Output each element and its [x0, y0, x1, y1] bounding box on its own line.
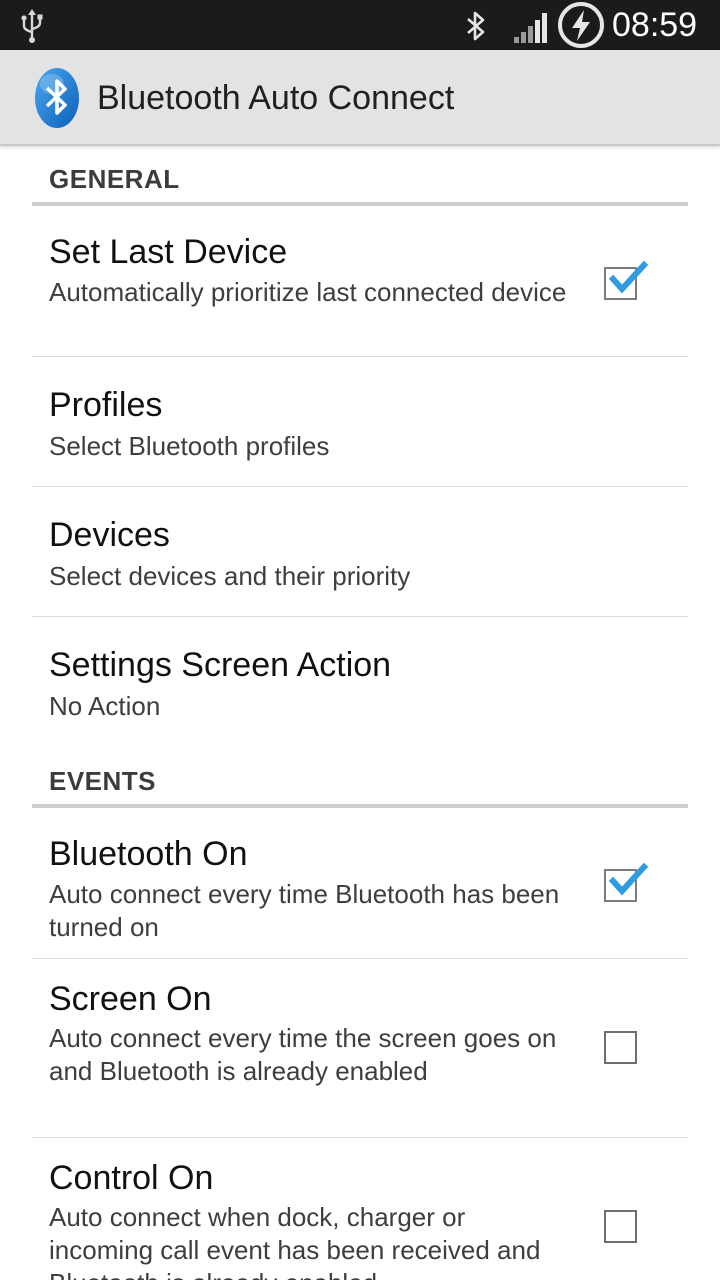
section-header-label: EVENTS	[49, 766, 157, 796]
bluetooth-app-icon[interactable]	[32, 66, 82, 130]
section-header-label: GENERAL	[49, 164, 180, 194]
pref-summary: Auto connect every time Bluetooth has be…	[49, 879, 560, 942]
pref-title: Bluetooth On	[49, 835, 248, 873]
pref-devices[interactable]: Devices Select devices and their priorit…	[32, 487, 688, 617]
control-on-checkbox[interactable]	[604, 1210, 637, 1243]
pref-title: Set Last Device	[49, 233, 288, 271]
action-bar: Bluetooth Auto Connect	[0, 50, 720, 146]
bluetooth-on-checkbox[interactable]	[604, 862, 649, 902]
pref-summary: Select Bluetooth profiles	[49, 431, 330, 461]
pref-summary: No Action	[49, 691, 161, 721]
section-header-events: EVENTS	[32, 750, 688, 808]
usb-icon	[21, 9, 43, 43]
pref-summary: Auto connect every time the screen goes …	[49, 1023, 557, 1086]
pref-title: Screen On	[49, 980, 212, 1018]
status-time: 08:59	[612, 6, 698, 44]
pref-title: Settings Screen Action	[49, 646, 392, 684]
pref-title: Profiles	[49, 386, 163, 424]
signal-icon	[514, 13, 547, 43]
pref-set-last-device[interactable]: Set Last Device Automatically prioritize…	[32, 210, 688, 357]
pref-profiles[interactable]: Profiles Select Bluetooth profiles	[32, 357, 688, 487]
app-title: Bluetooth Auto Connect	[97, 79, 455, 117]
bluetooth-icon	[467, 11, 485, 41]
pref-settings-screen-action[interactable]: Settings Screen Action No Action	[32, 617, 688, 747]
pref-title: Control On	[49, 1159, 214, 1197]
status-bar: 08:59	[0, 0, 720, 50]
pref-title: Devices	[49, 516, 170, 554]
pref-bluetooth-on[interactable]: Bluetooth On Auto connect every time Blu…	[32, 812, 688, 959]
pref-control-on[interactable]: Control On Auto connect when dock, charg…	[32, 1138, 688, 1280]
pref-summary: Select devices and their priority	[49, 561, 411, 591]
checkmark-icon	[608, 862, 649, 896]
battery-charging-icon	[558, 2, 604, 48]
pref-screen-on[interactable]: Screen On Auto connect every time the sc…	[32, 959, 688, 1138]
pref-summary: Automatically prioritize last connected …	[49, 277, 567, 307]
screen-on-checkbox[interactable]	[604, 1031, 637, 1064]
section-header-general: GENERAL	[32, 148, 688, 206]
checkmark-icon	[608, 260, 649, 294]
pref-summary: Auto connect when dock, charger or incom…	[49, 1202, 541, 1280]
set-last-device-checkbox[interactable]	[604, 260, 649, 300]
